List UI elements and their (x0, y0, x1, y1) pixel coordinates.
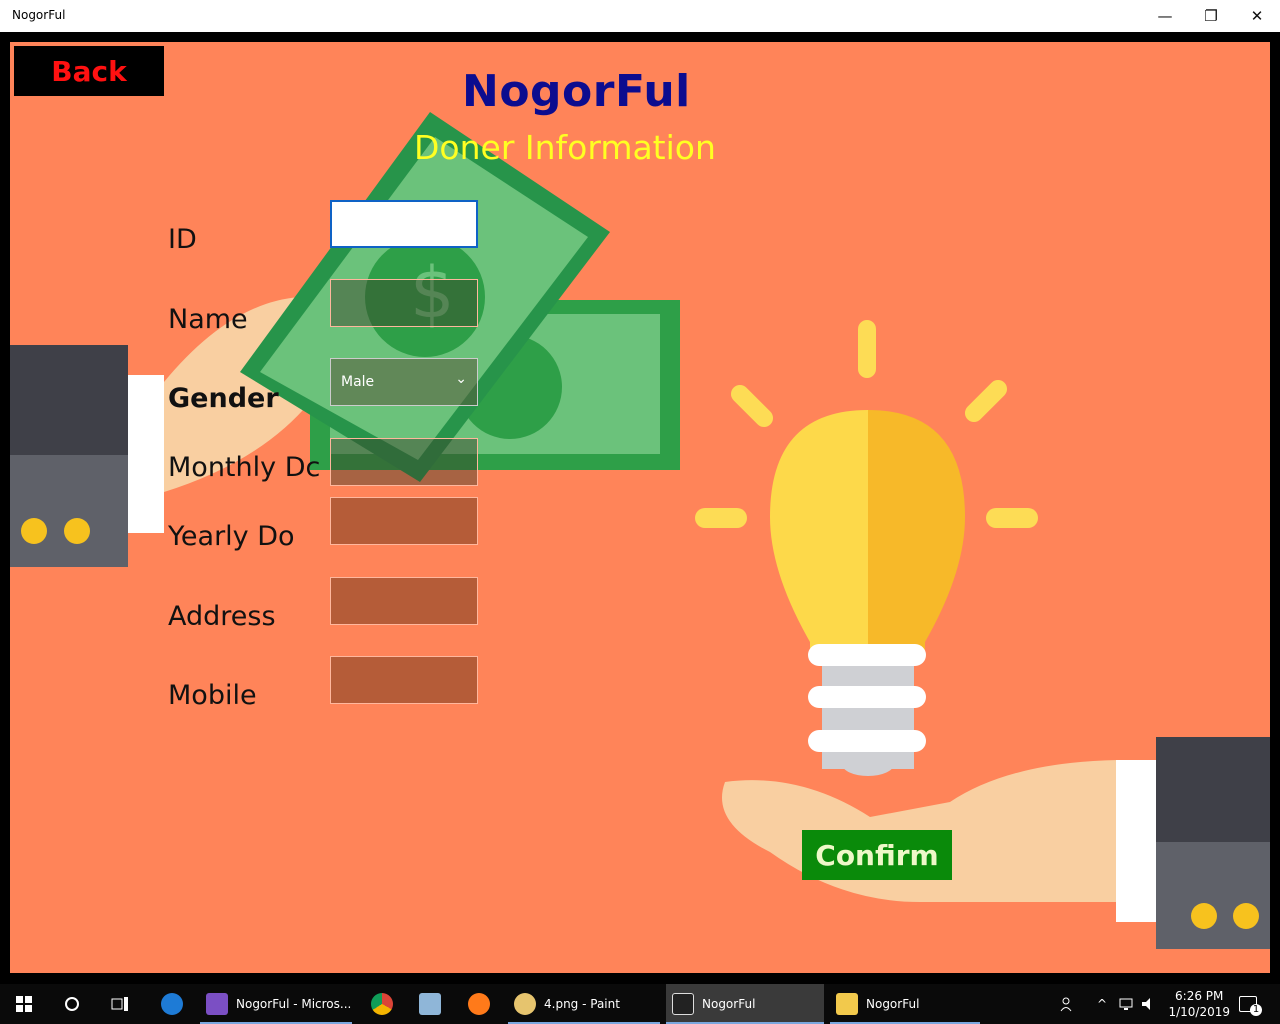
back-button[interactable]: Back (14, 46, 164, 96)
app-title: NogorFul (462, 66, 691, 117)
app-icon (672, 993, 694, 1015)
monthly-donation-label: Monthly Dc (168, 452, 321, 483)
taskbar-item-label: NogorFul (702, 997, 756, 1011)
gender-select[interactable]: Male ⌄ (330, 358, 478, 406)
name-label: Name (168, 304, 248, 335)
paint-icon (514, 993, 536, 1015)
mobile-field[interactable] (330, 656, 478, 704)
minimize-button[interactable]: — (1142, 0, 1188, 32)
taskbar-item-nogorful-app[interactable]: NogorFul (666, 984, 824, 1024)
taskbar: NogorFul - Micros... 4.png - Paint Nogor… (0, 984, 1280, 1024)
folder-icon (836, 993, 858, 1015)
taskbar-item-label: NogorFul - Micros... (236, 997, 352, 1011)
taskbar-item-folder[interactable]: NogorFul (830, 984, 980, 1024)
search-icon[interactable] (62, 984, 82, 1024)
clock-time: 6:26 PM (1175, 989, 1224, 1003)
chevron-up-icon[interactable]: ^ (1094, 984, 1110, 1024)
yearly-donation-field[interactable] (330, 497, 478, 545)
confirm-button[interactable]: Confirm (802, 830, 952, 880)
notification-count: 1 (1250, 1004, 1262, 1016)
task-view-icon[interactable] (110, 984, 130, 1024)
yearly-donation-label: Yearly Do (168, 521, 295, 552)
visual-studio-icon (206, 993, 228, 1015)
background-illustration: $ (10, 112, 1270, 949)
clock-date: 1/10/2019 (1168, 1005, 1230, 1019)
taskbar-item-visual-studio[interactable]: NogorFul - Micros... (200, 984, 352, 1024)
notification-center-icon[interactable]: 1 (1236, 984, 1262, 1024)
system-clock[interactable]: 6:26 PM 1/10/2019 (1168, 988, 1230, 1020)
volume-icon[interactable] (1140, 984, 1158, 1024)
restore-button[interactable]: ❐ (1188, 0, 1234, 32)
lightbulb-graphic (770, 410, 965, 776)
network-icon[interactable] (1118, 984, 1136, 1024)
monthly-donation-field[interactable] (330, 438, 478, 486)
edge-icon[interactable] (160, 984, 184, 1024)
address-field[interactable] (330, 577, 478, 625)
firefox-icon[interactable] (467, 984, 491, 1024)
gender-value: Male (341, 374, 375, 390)
address-label: Address (168, 601, 276, 632)
id-field[interactable] (330, 200, 478, 248)
gender-label: Gender (168, 383, 279, 414)
window-title: NogorFul (12, 8, 66, 22)
taskbar-item-label: 4.png - Paint (544, 997, 620, 1011)
mobile-label: Mobile (168, 680, 257, 711)
people-icon[interactable] (1058, 984, 1078, 1024)
id-label: ID (168, 224, 197, 255)
close-button[interactable]: ✕ (1234, 0, 1280, 32)
page-subtitle: Doner Information (414, 128, 716, 167)
chevron-down-icon: ⌄ (455, 371, 467, 387)
taskbar-item-paint[interactable]: 4.png - Paint (508, 984, 660, 1024)
title-bar: NogorFul — ❐ ✕ (0, 0, 1280, 32)
app-notebook-icon[interactable] (418, 984, 442, 1024)
chrome-icon[interactable] (370, 984, 394, 1024)
app-canvas: $ Back NogorFul Doner Information ID Nam… (10, 42, 1270, 973)
name-field[interactable] (330, 279, 478, 327)
windows-start-icon[interactable] (12, 984, 36, 1024)
taskbar-item-label: NogorFul (866, 997, 920, 1011)
